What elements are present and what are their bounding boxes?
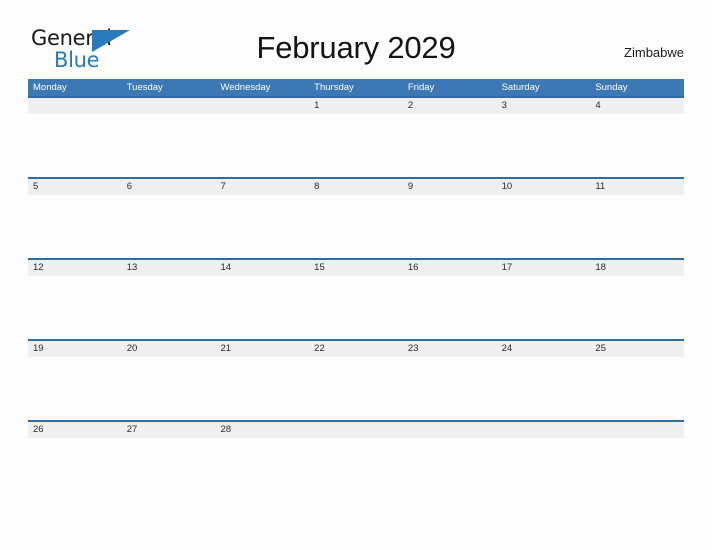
day-number-band: 26 27 28 — [28, 422, 684, 438]
day-cell[interactable]: 14 — [215, 260, 309, 276]
week-row: 1 2 3 4 — [28, 96, 684, 177]
day-number-band: 1 2 3 4 — [28, 98, 684, 114]
day-cell[interactable]: 23 — [403, 341, 497, 357]
day-cell[interactable]: 8 — [309, 179, 403, 195]
weekday-header-saturday: Saturday — [501, 82, 540, 93]
day-cell[interactable]: 13 — [122, 260, 216, 276]
day-cell[interactable]: 7 — [215, 179, 309, 195]
day-cell[interactable]: 1 — [309, 98, 403, 114]
page-title: February 2029 — [256, 30, 456, 65]
day-cell[interactable]: 6 — [122, 179, 216, 195]
day-cell[interactable]: 3 — [497, 98, 591, 114]
day-cell[interactable] — [497, 422, 591, 438]
weekday-header-monday: Monday — [33, 82, 67, 93]
day-cell[interactable]: 2 — [403, 98, 497, 114]
week-note-area[interactable] — [28, 114, 684, 177]
day-cell[interactable] — [28, 98, 122, 114]
day-cell[interactable]: 15 — [309, 260, 403, 276]
day-cell[interactable]: 11 — [590, 179, 684, 195]
day-number-band: 12 13 14 15 16 17 18 — [28, 260, 684, 276]
day-cell[interactable]: 20 — [122, 341, 216, 357]
day-cell[interactable]: 18 — [590, 260, 684, 276]
day-cell[interactable] — [309, 422, 403, 438]
day-cell[interactable]: 17 — [497, 260, 591, 276]
day-cell[interactable]: 12 — [28, 260, 122, 276]
week-note-area[interactable] — [28, 276, 684, 339]
day-cell[interactable]: 25 — [590, 341, 684, 357]
day-cell[interactable] — [122, 98, 216, 114]
weekday-header-tuesday: Tuesday — [126, 82, 163, 93]
calendar-page: General Blue February 2029 Zimbabwe Mond… — [0, 0, 712, 550]
weekday-header-wednesday: Wednesday — [220, 82, 271, 93]
day-cell[interactable]: 19 — [28, 341, 122, 357]
day-cell[interactable]: 5 — [28, 179, 122, 195]
day-cell[interactable]: 21 — [215, 341, 309, 357]
weekday-header-friday: Friday — [407, 82, 435, 93]
week-note-area[interactable] — [28, 357, 684, 420]
day-cell[interactable]: 24 — [497, 341, 591, 357]
day-cell[interactable]: 28 — [215, 422, 309, 438]
day-cell[interactable] — [590, 422, 684, 438]
day-cell[interactable] — [403, 422, 497, 438]
week-note-area[interactable] — [28, 438, 684, 501]
day-cell[interactable]: 26 — [28, 422, 122, 438]
day-cell[interactable]: 22 — [309, 341, 403, 357]
region-label: Zimbabwe — [624, 45, 684, 60]
day-cell[interactable]: 4 — [590, 98, 684, 114]
day-cell[interactable]: 16 — [403, 260, 497, 276]
weekday-header-sunday: Sunday — [595, 82, 628, 93]
week-row: 5 6 7 8 9 10 11 — [28, 177, 684, 258]
day-number-band: 5 6 7 8 9 10 11 — [28, 179, 684, 195]
weekday-header-thursday: Thursday — [314, 82, 354, 93]
weekday-header-row: Monday Tuesday Wednesday Thursday Friday… — [28, 79, 684, 96]
day-cell[interactable] — [215, 98, 309, 114]
page-header: General Blue February 2029 Zimbabwe — [0, 0, 712, 71]
week-row: 12 13 14 15 16 17 18 — [28, 258, 684, 339]
day-number-band: 19 20 21 22 23 24 25 — [28, 341, 684, 357]
week-row: 19 20 21 22 23 24 25 — [28, 339, 684, 420]
week-row: 26 27 28 — [28, 420, 684, 501]
day-cell[interactable]: 9 — [403, 179, 497, 195]
day-cell[interactable]: 27 — [122, 422, 216, 438]
week-note-area[interactable] — [28, 195, 684, 258]
month-calendar-grid: Monday Tuesday Wednesday Thursday Friday… — [28, 79, 684, 501]
day-cell[interactable]: 10 — [497, 179, 591, 195]
